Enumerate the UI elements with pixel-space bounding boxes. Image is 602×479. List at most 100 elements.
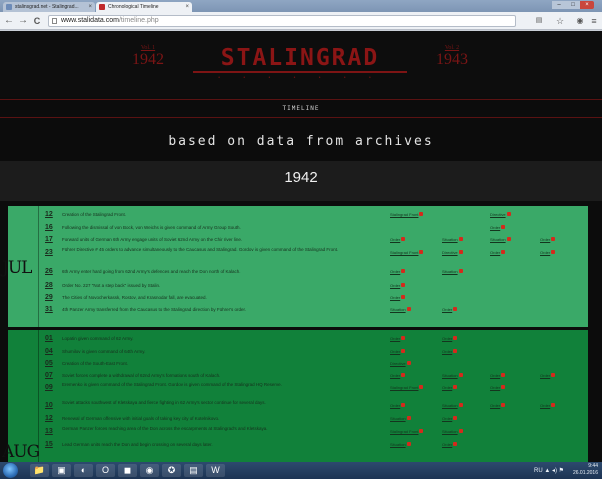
timeline-row: 01 Lopatin given command of 62 Army. Order… <box>40 333 588 344</box>
event-day: 09 <box>45 384 53 391</box>
document-link[interactable]: Order <box>390 373 406 378</box>
event-day: 13 <box>45 428 53 435</box>
marker-icon <box>401 349 406 353</box>
site-header: Vol. 1 1942 STALINGRAD • • • • • • • Vol… <box>0 31 602 97</box>
document-link[interactable]: Situation <box>442 403 463 408</box>
document-link[interactable]: Order <box>490 225 506 230</box>
timeline-row: 09 Eremenko is given command of the Stali… <box>40 382 588 393</box>
start-button[interactable] <box>3 463 18 478</box>
marker-icon <box>551 373 556 377</box>
tab-inactive[interactable]: stalinsgrad.net - Stalingrad... × <box>3 2 95 12</box>
address-bar[interactable]: www.stalidata.com/timeline.php <box>48 15 516 27</box>
extension-icon[interactable]: ◉ <box>574 15 586 27</box>
document-link[interactable]: Order <box>390 237 406 242</box>
clock[interactable]: 9:44 26.01.2016 <box>573 463 598 477</box>
document-link[interactable]: Order <box>540 373 556 378</box>
document-link[interactable]: Order <box>490 250 506 255</box>
bookmark-star-icon[interactable]: ☆ <box>554 15 566 27</box>
timeline-row: 10 Soviet attacks southwest of Kletskaya … <box>40 400 588 411</box>
document-link[interactable]: Situation <box>490 237 511 242</box>
reload-button[interactable]: C <box>31 15 43 27</box>
timeline-row: 13 German Panzer forces reaching area of … <box>40 426 588 437</box>
page-content: Vol. 1 1942 STALINGRAD • • • • • • • Vol… <box>0 31 602 462</box>
menu-icon[interactable]: ≡ <box>588 15 600 27</box>
vol-1-link[interactable]: Vol. 1 1942 <box>128 45 168 69</box>
document-link[interactable]: Situation <box>390 442 411 447</box>
taskbar-app-icon[interactable]: ◼ <box>118 464 137 477</box>
event-day: 04 <box>45 348 53 355</box>
document-link[interactable]: Order <box>442 416 458 421</box>
document-link[interactable]: Situation <box>442 373 463 378</box>
document-link[interactable]: Order <box>540 250 556 255</box>
document-link[interactable]: Order <box>540 237 556 242</box>
document-link[interactable]: Order <box>390 295 406 300</box>
document-link[interactable]: Directive <box>390 361 411 366</box>
document-link[interactable]: Stalingrad Front <box>390 429 424 434</box>
document-link[interactable]: Stalingrad Front <box>390 385 424 390</box>
document-link[interactable]: Situation <box>390 416 411 421</box>
taskbar-app-icon[interactable]: ✪ <box>162 464 181 477</box>
back-button[interactable]: ← <box>3 15 15 27</box>
event-text: Shumilov is given command of 64th Army. <box>62 349 146 354</box>
marker-icon <box>419 212 424 216</box>
document-link[interactable]: Situation <box>442 429 463 434</box>
tab-active[interactable]: Chronological Timeline × <box>96 2 192 12</box>
title-dots: • • • • • • • <box>218 75 382 81</box>
extension-icon[interactable]: ▤ <box>533 15 545 27</box>
minimize-button[interactable]: – <box>552 1 566 9</box>
tab-close-icon[interactable]: × <box>88 2 92 12</box>
event-day: 15 <box>45 441 53 448</box>
marker-icon <box>458 269 463 273</box>
taskbar-app-icon[interactable]: ◉ <box>140 464 159 477</box>
year-heading: 1942 <box>284 169 318 186</box>
document-link[interactable]: Order <box>390 283 406 288</box>
timeline-row: 26 6th Army enter hard going from 62nd Ar… <box>40 266 588 277</box>
document-link[interactable]: Stalingrad Front <box>390 250 424 255</box>
document-link[interactable]: Order <box>540 403 556 408</box>
tab-close-icon[interactable]: × <box>185 2 189 12</box>
forward-button[interactable]: → <box>17 15 29 27</box>
document-link[interactable]: Order <box>390 403 406 408</box>
document-link[interactable]: Order <box>490 403 506 408</box>
timeline-row: 29 The Cities of Novocherkassk, Rostov, a… <box>40 292 588 303</box>
document-link[interactable]: Situation <box>442 237 463 242</box>
timeline-row: 07 Soviet forces complete a withdrawal of… <box>40 370 588 381</box>
marker-icon <box>506 237 511 241</box>
taskbar-app-icon[interactable]: ◐ <box>74 464 93 477</box>
document-link[interactable]: Stalingrad Front <box>390 212 424 217</box>
document-link[interactable]: Order <box>490 385 506 390</box>
marker-icon <box>501 250 506 254</box>
marker-icon <box>401 237 406 241</box>
event-text: 4th Panzer Army transferred from the Cau… <box>62 307 246 312</box>
close-window-button[interactable]: × <box>580 1 594 9</box>
marker-icon <box>551 403 556 407</box>
marker-icon <box>401 295 406 299</box>
taskbar-app-icon[interactable]: 📁 <box>30 464 49 477</box>
event-day: 16 <box>45 224 53 231</box>
taskbar-app-icon[interactable]: O <box>96 464 115 477</box>
marker-icon <box>419 429 424 433</box>
month-label: JUL <box>2 258 32 278</box>
document-link[interactable]: Order <box>390 336 406 341</box>
document-link[interactable]: Order <box>390 269 406 274</box>
taskbar-app-icon[interactable]: ▣ <box>52 464 71 477</box>
document-link[interactable]: Situation <box>442 269 463 274</box>
document-link[interactable]: Directive <box>490 212 511 217</box>
tray-icons[interactable]: RU ▲ ◂) ⚑ <box>534 467 564 474</box>
windows-taskbar: 📁 ▣ ◐ O ◼ ◉ ✪ ▤ W RU ▲ ◂) ⚑ 9:44 26.01.2016 <box>0 462 602 479</box>
maximize-button[interactable]: □ <box>566 1 580 9</box>
divider <box>0 117 602 118</box>
taskbar-app-icon[interactable]: W <box>206 464 225 477</box>
document-link[interactable]: Order <box>442 307 458 312</box>
document-link[interactable]: Order <box>390 349 406 354</box>
document-link[interactable]: Order <box>442 336 458 341</box>
taskbar-app-icon[interactable]: ▤ <box>184 464 203 477</box>
document-link[interactable]: Order <box>442 442 458 447</box>
document-link[interactable]: Order <box>490 373 506 378</box>
document-link[interactable]: Directive <box>442 250 463 255</box>
marker-icon <box>501 385 506 389</box>
document-link[interactable]: Situation <box>390 307 411 312</box>
document-link[interactable]: Order <box>442 349 458 354</box>
document-link[interactable]: Order <box>442 385 458 390</box>
vol-2-link[interactable]: Vol. 2 1943 <box>432 45 472 69</box>
